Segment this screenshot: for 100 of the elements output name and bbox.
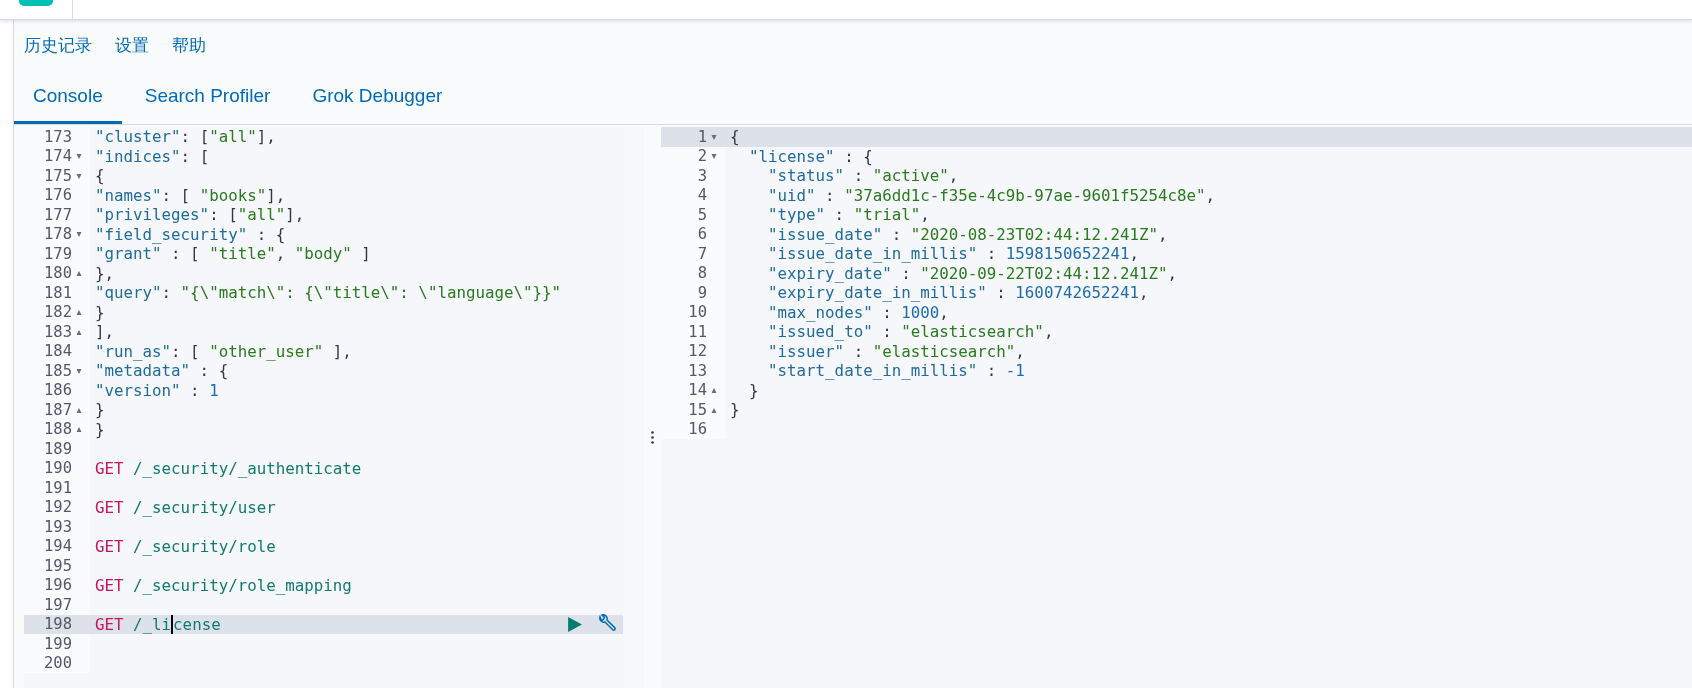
line-number: 185: [44, 361, 72, 380]
line-number: 179: [44, 244, 72, 263]
logo-icon[interactable]: [19, 0, 53, 6]
line-number: 177: [44, 205, 72, 224]
line-number: 194: [44, 537, 72, 556]
line-number: 180: [44, 264, 72, 283]
line-number: 15: [688, 400, 707, 419]
code-line: }: [748, 380, 759, 400]
code-line: GET /_security/user: [94, 497, 276, 517]
line-number: 1: [697, 127, 707, 146]
code-line: "metadata" : {: [94, 361, 229, 381]
code-line: "uid" : "37a6dd1c-f35e-4c9b-97ae-9601f5254c8e",: [767, 185, 1216, 205]
code-line: GET /_security/role: [94, 536, 276, 556]
tab[interactable]: Search Profiler: [125, 70, 290, 124]
code-line: "indices": [: [94, 146, 210, 166]
line-number: 192: [44, 498, 72, 517]
tab[interactable]: Grok Debugger: [293, 70, 462, 124]
line-number: 11: [688, 322, 707, 341]
code-line: "issued_to" : "elasticsearch",: [767, 322, 1054, 342]
line-number: 200: [44, 654, 72, 673]
fold-toggle[interactable]: ▴: [711, 404, 717, 415]
code-line: }: [94, 302, 105, 322]
menu-link[interactable]: 设置: [115, 33, 149, 57]
code-line: "version" : 1: [94, 380, 219, 400]
line-number: 8: [697, 264, 707, 283]
fold-toggle[interactable]: ▴: [76, 424, 82, 435]
code-line: "names": [ "books"],: [94, 185, 286, 205]
fold-toggle[interactable]: ▴: [76, 307, 82, 318]
fold-toggle[interactable]: ▴: [711, 385, 717, 396]
play-button[interactable]: [566, 615, 583, 633]
line-number: 12: [688, 342, 707, 361]
menu-link[interactable]: 帮助: [172, 33, 206, 57]
line-number: 16: [688, 420, 707, 439]
line-number: 10: [688, 303, 707, 322]
code-line: "issue_date" : "2020-08-23T02:44:12.241Z",: [767, 224, 1168, 244]
line-number: 7: [697, 244, 707, 263]
fold-toggle[interactable]: ▾: [76, 229, 82, 240]
code-line: "run_as": [ "other_user" ],: [94, 341, 352, 361]
tab[interactable]: Console: [14, 70, 122, 124]
menu-link[interactable]: 历史记录: [24, 33, 92, 57]
code-line: }: [94, 419, 105, 439]
code-line: "grant" : [ "title", "body" ]: [94, 244, 371, 264]
line-number: 178: [44, 225, 72, 244]
fold-toggle[interactable]: ▾: [76, 365, 82, 376]
code-line: "privileges": ["all"],: [94, 205, 305, 225]
fold-toggle[interactable]: ▴: [76, 404, 82, 415]
code-line: "expiry_date_in_millis" : 1600742652241,: [767, 283, 1149, 303]
fold-toggle[interactable]: ▴: [76, 268, 82, 279]
line-number: 176: [44, 186, 72, 205]
line-number: 187: [44, 400, 72, 419]
line-number: 14: [688, 381, 707, 400]
line-number: 183: [44, 322, 72, 341]
code-line: "cluster": ["all"],: [94, 127, 276, 147]
line-number: 5: [697, 205, 707, 224]
line-number: 3: [697, 166, 707, 185]
line-number: 193: [44, 517, 72, 536]
code-line: "status" : "active",: [767, 166, 959, 186]
fold-toggle[interactable]: ▴: [76, 326, 82, 337]
line-number: 196: [44, 576, 72, 595]
code-line: "start_date_in_millis" : -1: [767, 361, 1025, 381]
line-number: 13: [688, 361, 707, 380]
line-number: 197: [44, 595, 72, 614]
code-line: ],: [94, 322, 115, 342]
code-line: "field_security" : {: [94, 224, 286, 244]
line-number: 188: [44, 420, 72, 439]
code-line: }: [729, 400, 740, 420]
code-line: "expiry_date" : "2020-09-22T02:44:12.241Z",: [767, 263, 1178, 283]
line-number: 181: [44, 283, 72, 302]
line-number: 9: [697, 283, 707, 302]
line-number: 6: [697, 225, 707, 244]
line-number: 2: [697, 147, 707, 166]
fold-toggle[interactable]: ▾: [711, 131, 717, 142]
code-line: GET /_security/_authenticate: [94, 458, 362, 478]
code-line: "type" : "trial",: [767, 205, 930, 225]
line-number: 182: [44, 303, 72, 322]
line-number: 173: [44, 127, 72, 146]
line-number: 190: [44, 459, 72, 478]
code-line: "query": "{\"match\": {\"title\": \"language\"}}": [94, 283, 562, 303]
code-line: "issue_date_in_millis" : 1598150652241,: [767, 244, 1139, 264]
fold-toggle[interactable]: ▾: [76, 170, 82, 181]
resize-handle[interactable]: [651, 431, 654, 444]
line-number: 186: [44, 381, 72, 400]
line-number: 175: [44, 166, 72, 185]
line-number: 184: [44, 342, 72, 361]
code-line: }: [94, 400, 105, 420]
code-line: GET /_li cense: [94, 614, 221, 634]
code-line: "max_nodes" : 1000,: [767, 302, 949, 322]
code-line: },: [94, 263, 115, 283]
line-number: 195: [44, 556, 72, 575]
line-number: 4: [697, 186, 707, 205]
line-number: 174: [44, 147, 72, 166]
fold-toggle[interactable]: ▾: [711, 151, 717, 162]
fold-toggle[interactable]: ▾: [76, 151, 82, 162]
line-number: 199: [44, 634, 72, 653]
code-line: "issuer" : "elasticsearch",: [767, 341, 1025, 361]
code-line: "license" : {: [748, 146, 873, 166]
code-line: {: [729, 127, 740, 147]
code-line: GET /_security/role_mapping: [94, 575, 352, 595]
line-number: 198: [44, 615, 72, 634]
line-number: 189: [44, 439, 72, 458]
